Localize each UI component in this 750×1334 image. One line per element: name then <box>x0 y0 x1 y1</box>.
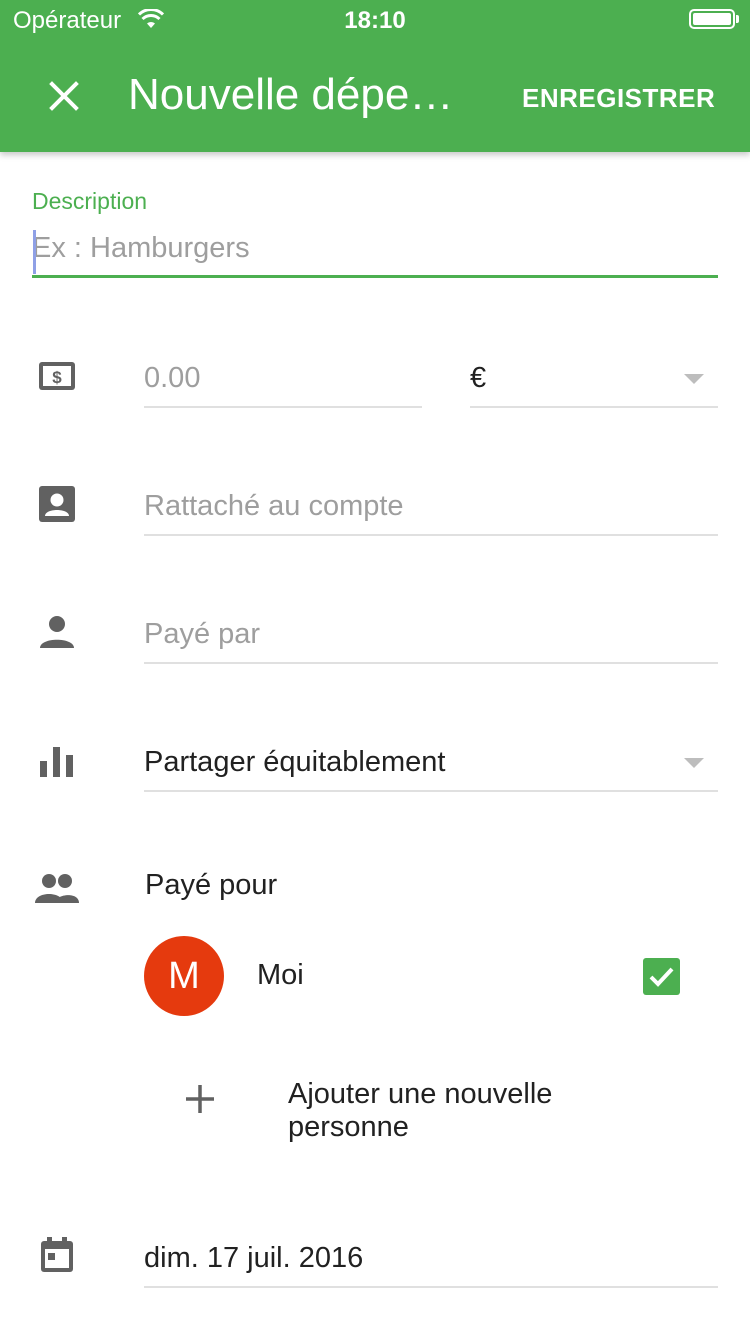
battery-tip <box>736 15 739 23</box>
amount-placeholder: 0.00 <box>144 362 201 394</box>
amount-input[interactable]: 0.00 <box>144 352 422 408</box>
person-name: Moi <box>257 959 304 991</box>
people-icon <box>35 874 79 903</box>
description-underline <box>32 275 718 278</box>
paid-by-placeholder: Payé par <box>144 618 261 650</box>
chevron-down-icon <box>684 374 704 384</box>
paid-by-input[interactable]: Payé par <box>144 608 718 664</box>
money-icon: $ <box>39 362 75 390</box>
status-bar: Opérateur 18:10 <box>0 0 750 40</box>
split-select[interactable]: Partager équitablement <box>144 736 718 792</box>
person-checkbox[interactable] <box>643 958 680 995</box>
close-icon[interactable] <box>44 76 84 116</box>
description-input[interactable] <box>32 228 718 268</box>
account-box-icon <box>39 486 75 522</box>
page-title: Nouvelle dépe… <box>128 70 454 119</box>
add-person-button[interactable]: Ajouter une nouvelle personne <box>180 1075 718 1147</box>
account-placeholder: Rattaché au compte <box>144 490 404 522</box>
plus-icon <box>186 1085 214 1113</box>
text-cursor <box>33 230 36 274</box>
svg-text:$: $ <box>52 368 62 387</box>
chevron-down-icon <box>684 758 704 768</box>
currency-value: € <box>470 362 487 394</box>
avatar: M <box>144 936 224 1016</box>
date-value: dim. 17 juil. 2016 <box>144 1242 364 1274</box>
person-icon <box>40 616 74 648</box>
description-label: Description <box>32 188 148 214</box>
add-person-label: Ajouter une nouvelle personne <box>288 1078 553 1143</box>
calendar-icon <box>41 1237 73 1272</box>
bar-chart-icon <box>40 747 73 777</box>
date-field[interactable]: dim. 17 juil. 2016 <box>144 1232 718 1288</box>
currency-select[interactable]: € <box>470 352 718 408</box>
save-button[interactable]: ENREGISTRER <box>522 83 715 114</box>
clock: 18:10 <box>344 7 406 34</box>
split-value: Partager équitablement <box>144 746 446 778</box>
battery-icon <box>689 9 735 29</box>
paid-for-label: Payé pour <box>145 869 278 901</box>
account-input[interactable]: Rattaché au compte <box>144 480 718 536</box>
app-bar: Opérateur 18:10 Nouvelle dépe… ENREGISTR… <box>0 0 750 152</box>
